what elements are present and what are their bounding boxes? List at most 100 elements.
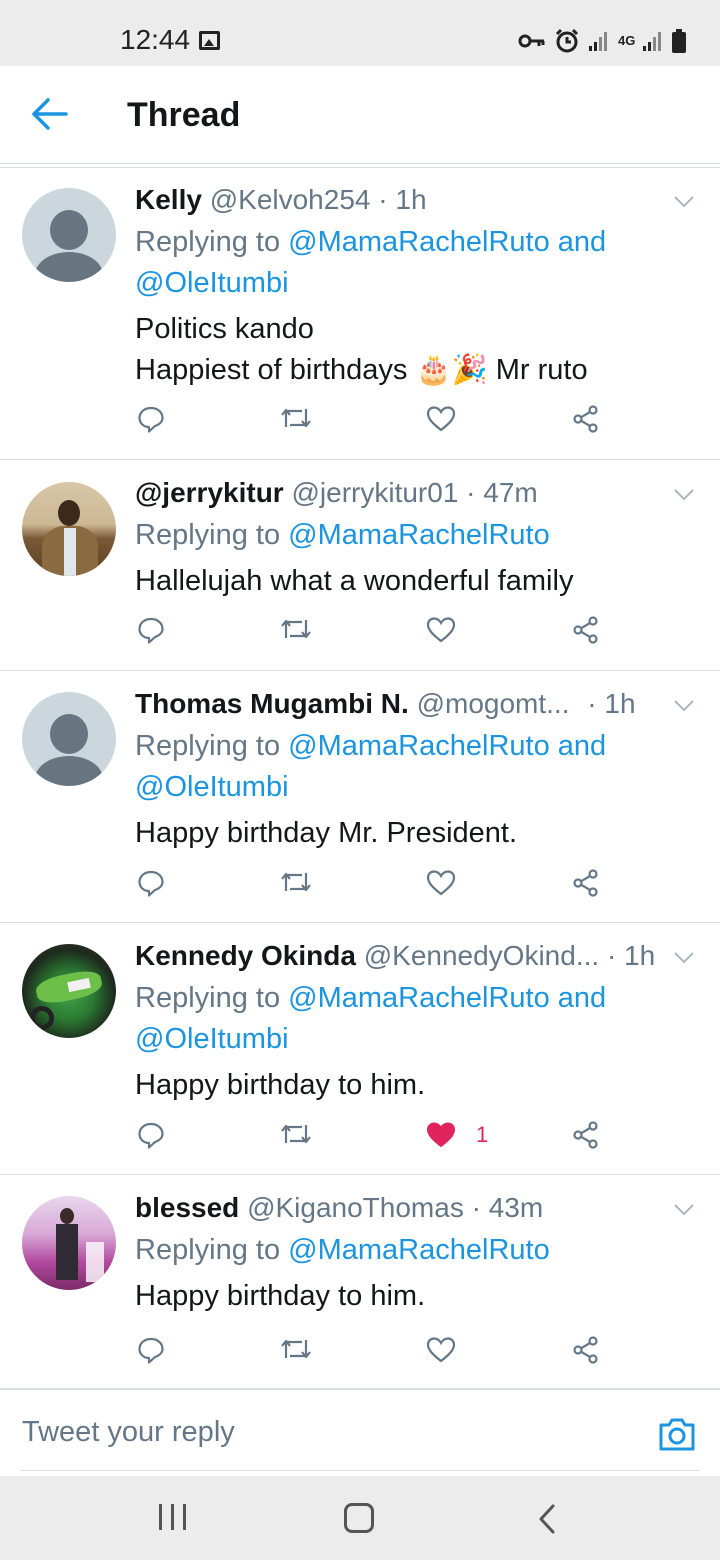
retweet-icon: [281, 408, 311, 428]
retweet-icon: [281, 619, 311, 639]
author-handle[interactable]: @mogomt...: [417, 688, 570, 719]
like-button[interactable]: [426, 1336, 456, 1364]
avatar[interactable]: [22, 482, 116, 576]
tweet-item[interactable]: Kennedy Okinda @KennedyOkind... · 1h Rep…: [0, 923, 720, 1175]
chevron-down-icon[interactable]: [674, 700, 694, 712]
chevron-down-icon[interactable]: [674, 196, 694, 208]
reply-button[interactable]: [137, 616, 165, 644]
reply-underline: [20, 1470, 700, 1471]
retweet-button[interactable]: [280, 1121, 312, 1147]
share-button[interactable]: [572, 1121, 600, 1149]
retweet-icon: [281, 1124, 311, 1144]
tweet-actions: [0, 405, 720, 445]
home-icon[interactable]: [344, 1503, 374, 1533]
avatar[interactable]: [22, 1196, 116, 1290]
share-icon: [573, 1121, 598, 1149]
author-handle[interactable]: @jerrykitur01: [291, 477, 458, 508]
author-name[interactable]: blessed: [135, 1192, 239, 1223]
mention-link[interactable]: @MamaRachelRuto and: [288, 982, 606, 1014]
arrow-left-icon[interactable]: [30, 96, 70, 132]
mention-link[interactable]: @MamaRachelRuto: [288, 519, 550, 551]
tweet-item[interactable]: Thomas Mugambi N. @mogomt... · 1h Replyi…: [0, 671, 720, 923]
mention-link-2[interactable]: @OleItumbi: [135, 771, 289, 803]
tweet-item[interactable]: @jerrykitur @jerrykitur01 · 47m Replying…: [0, 460, 720, 671]
reply-button[interactable]: [137, 1121, 165, 1149]
author-handle[interactable]: @KennedyOkind...: [364, 940, 599, 971]
tweet-text: Hallelujah what a wonderful family: [135, 565, 574, 597]
author-name[interactable]: @jerrykitur: [135, 477, 284, 508]
tweet-actions: [0, 616, 720, 656]
replying-prefix: Replying to: [135, 1234, 289, 1266]
like-button[interactable]: 1: [426, 1121, 488, 1149]
replying-prefix: Replying to: [135, 519, 289, 551]
key-icon: [518, 34, 545, 48]
mention-link[interactable]: @MamaRachelRuto and: [288, 730, 606, 762]
heart-icon: [426, 617, 456, 643]
reply-button[interactable]: [137, 405, 165, 433]
author-name[interactable]: Kelly: [135, 184, 202, 215]
tweet-item[interactable]: Kelly @Kelvoh254 · 1h Replying to @MamaR…: [0, 168, 720, 460]
page-title: Thread: [127, 96, 241, 134]
comment-icon: [138, 406, 164, 433]
tweet-header: Kennedy Okinda @KennedyOkind... · 1h: [135, 940, 660, 972]
tweet-time: · 1h: [606, 940, 656, 971]
tweet-header: blessed @KiganoThomas · 43m: [135, 1192, 660, 1224]
chevron-down-icon[interactable]: [674, 1204, 694, 1216]
tweet-text: Happy birthday Mr. President.: [135, 817, 518, 849]
system-nav-bar: [0, 1476, 720, 1560]
retweet-icon: [281, 1339, 311, 1359]
like-button[interactable]: [426, 405, 456, 433]
author-handle[interactable]: @KiganoThomas: [247, 1192, 464, 1223]
like-button[interactable]: [426, 869, 456, 897]
author-handle[interactable]: @Kelvoh254: [210, 184, 371, 215]
retweet-button[interactable]: [280, 869, 312, 895]
mention-link-2[interactable]: @OleItumbi: [135, 267, 289, 299]
comment-icon: [138, 1337, 164, 1364]
mention-link[interactable]: @MamaRachelRuto: [288, 1234, 550, 1266]
mention-link-2[interactable]: @OleItumbi: [135, 1023, 289, 1055]
alarm-icon: [555, 28, 579, 53]
network-type-label: 4G: [618, 33, 636, 48]
reply-button[interactable]: [137, 869, 165, 897]
replying-to: Replying to @MamaRachelRuto and @OleItum…: [135, 978, 640, 1060]
tweet-item[interactable]: blessed @KiganoThomas · 43m Replying to …: [0, 1175, 720, 1388]
mention-link[interactable]: @MamaRachelRuto and: [288, 226, 606, 258]
share-button[interactable]: [572, 1336, 600, 1364]
author-name[interactable]: Kennedy Okinda: [135, 940, 356, 971]
share-button[interactable]: [572, 869, 600, 897]
nav-back-icon[interactable]: [538, 1504, 556, 1534]
retweet-button[interactable]: [280, 405, 312, 431]
replying-to: Replying to @MamaRachelRuto and @OleItum…: [135, 222, 640, 304]
replying-prefix: Replying to: [135, 730, 289, 762]
chevron-down-icon[interactable]: [674, 952, 694, 964]
share-icon: [573, 869, 598, 897]
status-time: 12:44: [120, 24, 191, 55]
share-button[interactable]: [572, 616, 600, 644]
tweet-text: Happy birthday to him.: [135, 1280, 426, 1312]
avatar[interactable]: [22, 944, 116, 1038]
tweet-actions: 1: [0, 1121, 720, 1161]
share-button[interactable]: [572, 405, 600, 433]
retweet-button[interactable]: [280, 1336, 312, 1362]
battery-icon: [672, 29, 686, 53]
reply-button[interactable]: [137, 1336, 165, 1364]
comment-icon: [138, 617, 164, 644]
retweet-icon: [281, 872, 311, 892]
recent-apps-icon[interactable]: [159, 1504, 187, 1530]
signal-icon-2: [643, 32, 661, 51]
avatar[interactable]: [22, 692, 116, 786]
retweet-button[interactable]: [280, 616, 312, 642]
tweet-time: · 47m: [466, 477, 538, 508]
reply-input[interactable]: [22, 1416, 582, 1449]
heart-icon: [426, 870, 456, 896]
tweet-header: Kelly @Kelvoh254 · 1h: [135, 184, 660, 216]
chevron-down-icon[interactable]: [674, 489, 694, 501]
heart-filled-icon: [426, 1122, 456, 1148]
heart-icon: [426, 406, 456, 432]
tweet-header: Thomas Mugambi N. @mogomt... · 1h: [135, 688, 660, 720]
author-name[interactable]: Thomas Mugambi N.: [135, 688, 409, 719]
tweet-actions: [0, 1336, 720, 1376]
avatar[interactable]: [22, 188, 116, 282]
camera-icon[interactable]: [658, 1416, 696, 1452]
like-button[interactable]: [426, 616, 456, 644]
